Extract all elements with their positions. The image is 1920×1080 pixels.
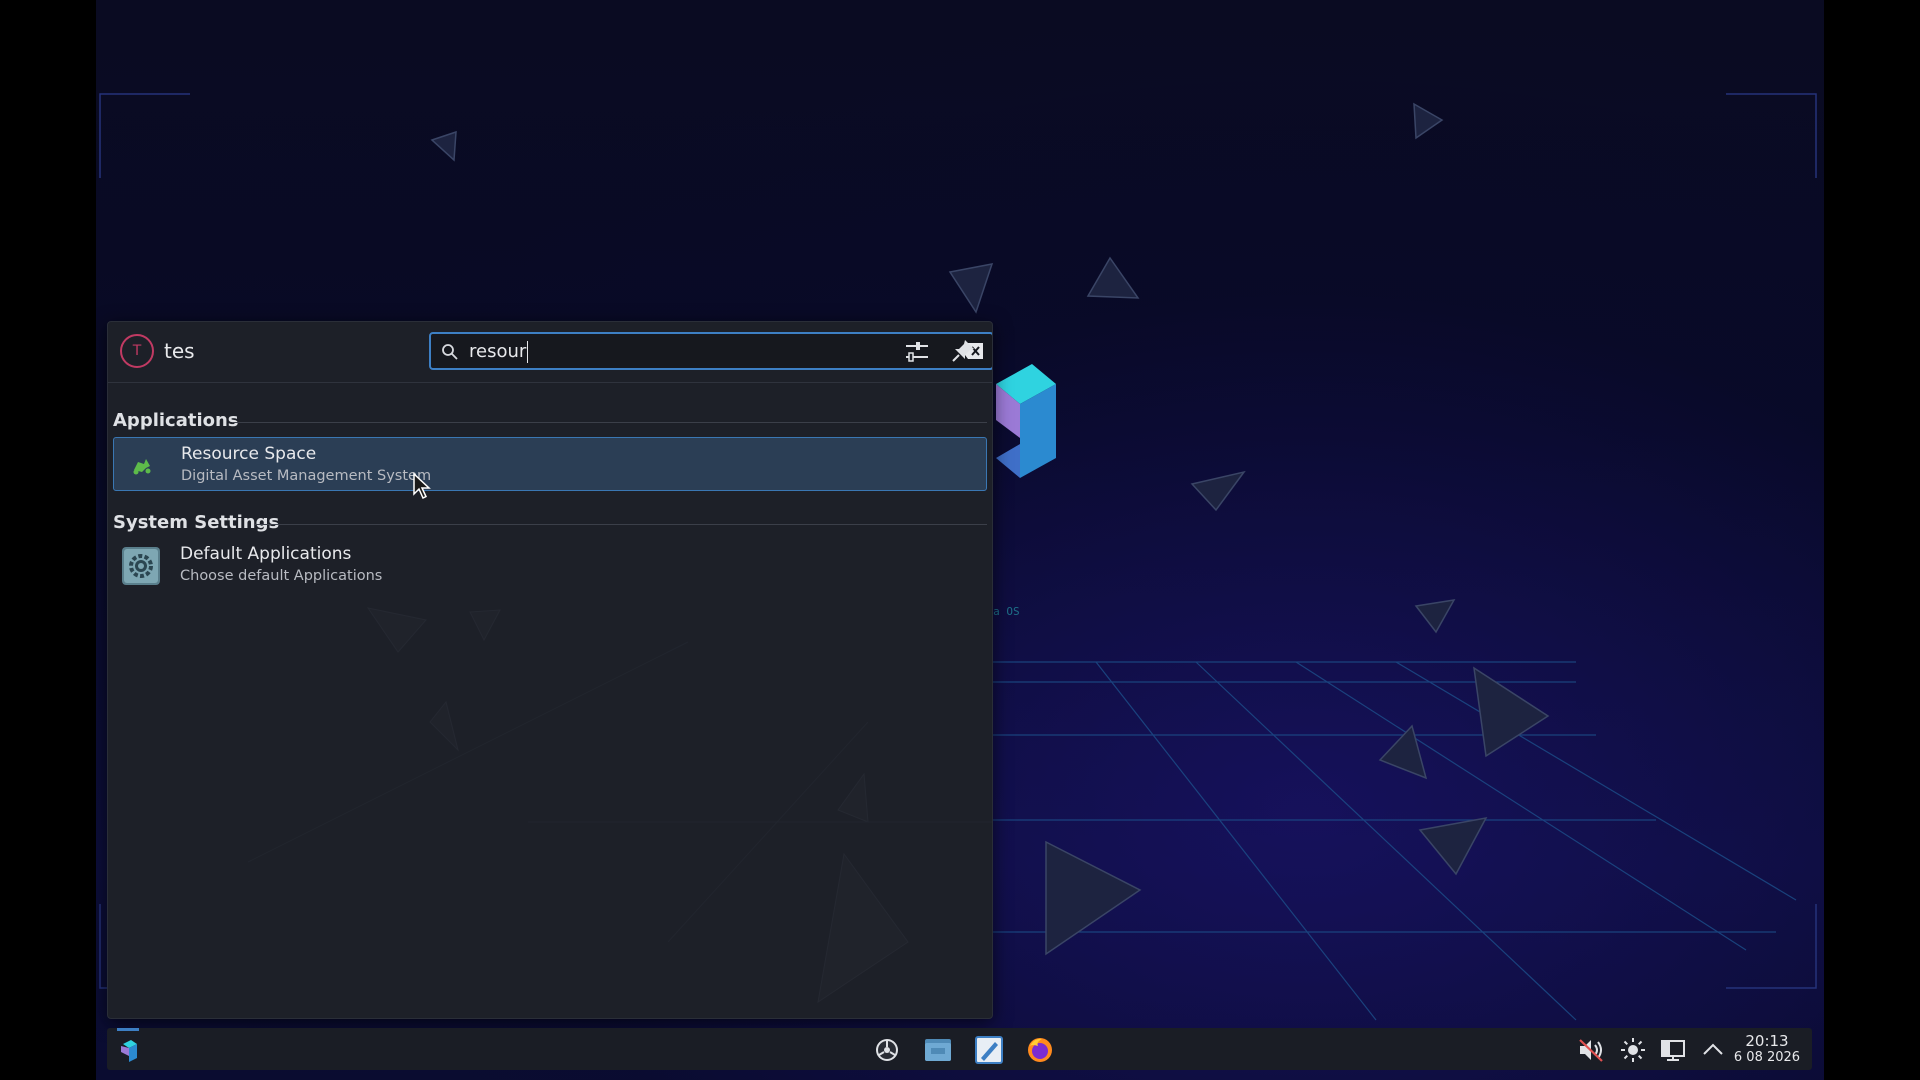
text-caret [527,341,528,363]
firefox-icon[interactable] [1024,1034,1056,1066]
result-item-resource-space[interactable]: Resource Space Digital Asset Management … [113,437,987,491]
regata-logo [996,364,1056,478]
audio-muted-icon[interactable] [1575,1034,1607,1066]
active-indicator [117,1028,139,1031]
section-divider [255,524,987,525]
result-item-default-applications[interactable]: Default Applications Choose default Appl… [113,538,987,592]
mouse-cursor-icon [413,472,431,500]
section-divider [233,422,987,423]
user-avatar[interactable]: T [120,334,154,368]
taskbar: 20:13 6 08 2026 [107,1028,1812,1070]
display-icon[interactable] [1657,1034,1689,1066]
section-header-system-settings: System Settings [113,512,280,533]
resourcespace-icon [133,459,151,475]
brightness-icon[interactable] [1617,1034,1649,1066]
clock-time[interactable]: 20:13 [1727,1032,1807,1050]
result-title: Default Applications [180,544,352,564]
clock-date[interactable]: 6 08 2026 [1727,1050,1807,1065]
app-launcher: T tes resour Applications Resource Space… [107,321,993,1019]
settings-gear-icon [122,547,160,585]
result-subtitle: Digital Asset Management System [181,468,432,484]
text-editor-icon[interactable] [973,1034,1005,1066]
search-input[interactable] [469,338,909,364]
result-title: Resource Space [181,444,317,464]
screen: Regata OS T tes [0,0,1920,1080]
pin-icon[interactable] [948,336,978,366]
tray-expand-icon[interactable] [1697,1034,1729,1066]
search-icon [442,344,458,360]
app-store-icon[interactable] [871,1034,903,1066]
app-launcher-button-icon[interactable] [113,1034,145,1066]
files-icon[interactable] [922,1034,954,1066]
configure-icon[interactable] [902,336,932,366]
section-header-applications: Applications [113,410,239,431]
user-name: tes [164,339,195,363]
launcher-header: T tes [108,322,992,383]
result-subtitle: Choose default Applications [180,568,383,584]
launcher-background [247,461,992,1004]
